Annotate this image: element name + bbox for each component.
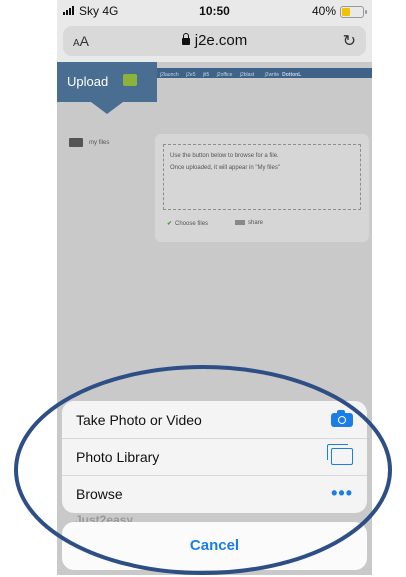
url-display[interactable]: j2e.com xyxy=(63,32,366,49)
tab-item: j2launch xyxy=(160,72,179,78)
check-icon: ✔ xyxy=(167,221,173,227)
upload-banner: Upload xyxy=(57,62,157,114)
upload-panel: Use the button below to browse for a fil… xyxy=(155,134,369,242)
choose-files-button: ✔ Choose files xyxy=(167,221,209,227)
reload-icon[interactable]: ↻ xyxy=(343,31,356,51)
drop-zone: Use the button below to browse for a fil… xyxy=(163,144,361,210)
app-tabs: j2launch j2e5 jit5 j2office j2blast j2wr… xyxy=(157,68,372,78)
tab-item: j2blast xyxy=(239,72,255,78)
instruction-line: Use the button below to browse for a fil… xyxy=(170,153,279,159)
tab-item: j2office xyxy=(216,72,233,78)
battery-icon xyxy=(340,6,367,18)
share-button: share xyxy=(235,220,263,226)
folder-icon xyxy=(69,138,83,147)
share-icon xyxy=(235,220,245,225)
upload-label: Upload xyxy=(67,74,109,89)
upload-icon xyxy=(123,74,137,86)
battery-percent: 40% xyxy=(311,4,336,18)
status-bar: Sky 4G 10:50 40% xyxy=(57,0,372,22)
address-bar[interactable]: AA j2e.com ↻ xyxy=(63,26,366,56)
tab-item: j2e5 xyxy=(186,72,196,78)
tab-item: j2write DottonL xyxy=(264,72,302,78)
my-files-link: my files xyxy=(69,138,109,147)
lock-icon xyxy=(181,33,190,45)
tab-item: jit5 xyxy=(202,72,210,78)
annotation-ellipse xyxy=(14,365,392,575)
instruction-line: Once uploaded, it will appear in "My fil… xyxy=(170,165,280,171)
